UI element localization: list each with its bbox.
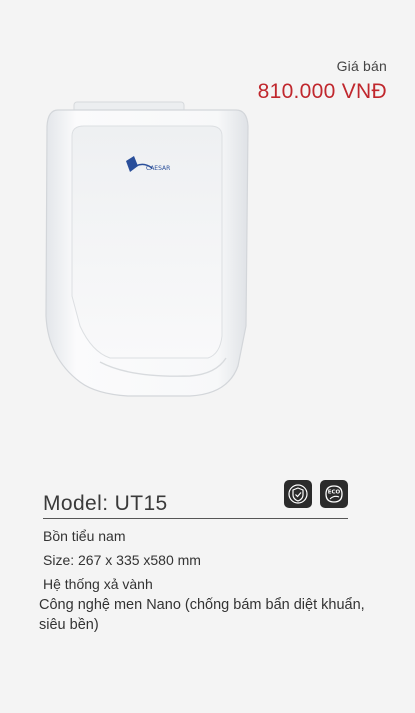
model-row: Model: UT15 ECO bbox=[43, 480, 353, 520]
model-title: Model: UT15 bbox=[43, 492, 168, 515]
spec-size: Size: 267 x 335 x580 mm bbox=[43, 552, 201, 568]
eco-leaf-icon: ECO bbox=[320, 480, 348, 508]
divider bbox=[43, 518, 348, 519]
spec-technology: Công nghệ men Nano (chống bám bẩn diệt k… bbox=[39, 597, 365, 633]
spec-flush: Hệ thống xả vành bbox=[43, 576, 153, 592]
svg-text:ECO: ECO bbox=[328, 490, 341, 496]
price-label: Giá bán bbox=[336, 58, 387, 74]
spec-type: Bồn tiểu nam bbox=[43, 528, 126, 544]
spec-list: Bồn tiểu nam Size: 267 x 335 x580 mm Hệ … bbox=[39, 525, 383, 635]
urinal-bowl bbox=[71, 125, 223, 359]
price-value: 810.000 VNĐ bbox=[257, 80, 387, 103]
product-image: CAESAR bbox=[45, 101, 249, 397]
shield-check-icon bbox=[284, 480, 312, 508]
svg-text:CAESAR: CAESAR bbox=[146, 165, 170, 172]
